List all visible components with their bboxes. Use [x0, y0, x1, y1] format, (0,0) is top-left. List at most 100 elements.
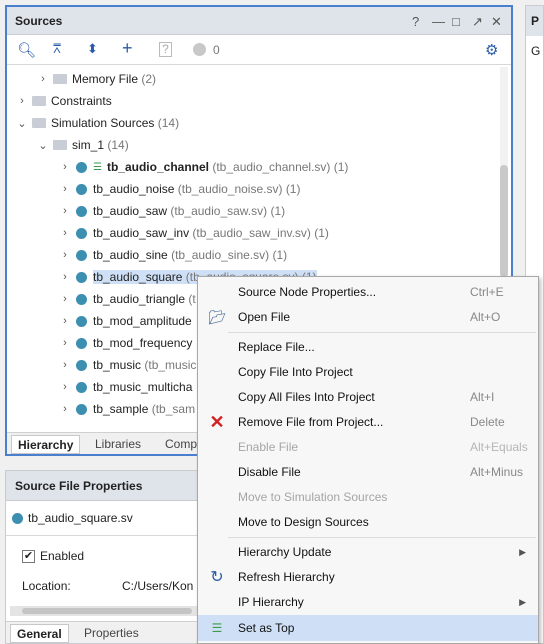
tab-libraries[interactable]: Libraries: [89, 435, 147, 454]
menu-item-move-to-simulation-sources[interactable]: Move to Simulation Sources: [198, 485, 538, 509]
tree-item-tb-audio-saw[interactable]: › tb_audio_saw (tb_audio_saw.sv) (1): [59, 200, 285, 222]
search-icon[interactable]: 🔍︎: [17, 41, 36, 59]
tree-scrollbar-thumb[interactable]: [500, 165, 508, 277]
menu-item-label: Replace File...: [238, 340, 315, 354]
tree-item-detail: (tb_sam: [151, 402, 196, 416]
tree-item-tb-audio-sine[interactable]: › tb_audio_sine (tb_audio_sine.sv) (1): [59, 244, 287, 266]
maximize-icon[interactable]: □: [452, 14, 460, 29]
file-dot-icon: [76, 227, 87, 239]
tree-item-count: (14): [107, 138, 129, 152]
tree-item-label: tb_audio_triangle: [93, 292, 186, 306]
menu-item-refresh-hierarchy[interactable]: ↻ Refresh Hierarchy: [198, 565, 538, 589]
menu-item-disable-file[interactable]: Disable File Alt+Minus: [198, 460, 538, 484]
menu-item-hierarchy-update[interactable]: Hierarchy Update ▶: [198, 540, 538, 564]
submenu-arrow-icon: ▶: [519, 596, 526, 607]
tree-item-detail: (tb_music: [144, 358, 197, 372]
menu-item-remove-file-from-project[interactable]: ✕ Remove File from Project... Delete: [198, 410, 538, 434]
sources-toolbar: 🔍︎ ⩞ ⬍ + ? 0 ⚙: [7, 35, 511, 65]
menu-item-label: Remove File from Project...: [238, 415, 384, 429]
file-dot-icon: [76, 161, 87, 173]
tree-item-label: tb_audio_channel: [106, 160, 209, 174]
menu-item-label: Set as Top: [238, 621, 295, 635]
expand-chevron-icon[interactable]: ›: [59, 271, 71, 283]
tree-item-label: Constraints: [51, 94, 112, 108]
menu-item-label: Move to Simulation Sources: [238, 490, 388, 504]
menu-item-enable-file[interactable]: Enable File Alt+Equals: [198, 435, 538, 459]
expand-chevron-icon[interactable]: ›: [59, 359, 71, 371]
expand-chevron-icon[interactable]: ›: [59, 315, 71, 327]
properties-header: Source File Properties: [6, 471, 204, 501]
menu-item-open-file[interactable]: 📂︎ Open File Alt+O: [198, 305, 538, 329]
expand-all-icon[interactable]: ⬍: [87, 41, 98, 57]
tree-item-tb-mod-amplitude[interactable]: › tb_mod_amplitude: [59, 310, 192, 332]
tree-item-memory-file[interactable]: › Memory File (2): [37, 68, 156, 90]
float-icon[interactable]: ↗: [472, 14, 483, 30]
collapse-chevron-icon[interactable]: ⌄: [37, 139, 49, 152]
tree-item-sim-1[interactable]: ⌄ sim_1 (14): [37, 134, 129, 156]
expand-chevron-icon[interactable]: ›: [59, 161, 71, 173]
menu-item-shortcut: Ctrl+E: [470, 285, 504, 299]
tree-item-label: sim_1: [72, 138, 105, 152]
menu-item-copy-file-into-project[interactable]: Copy File Into Project: [198, 360, 538, 384]
menu-item-replace-file[interactable]: Replace File...: [198, 335, 538, 359]
menu-item-shortcut: Alt+I: [470, 390, 495, 404]
tree-item-simulation-sources[interactable]: ⌄ Simulation Sources (14): [16, 112, 179, 134]
tab-general[interactable]: General: [10, 624, 69, 643]
enabled-label: Enabled: [40, 549, 85, 563]
expand-chevron-icon[interactable]: ›: [59, 337, 71, 349]
file-dot-icon: [76, 315, 87, 327]
tree-item-tb-audio-saw-inv[interactable]: › tb_audio_saw_inv (tb_audio_saw_inv.sv)…: [59, 222, 329, 244]
tree-item-count: (2): [141, 72, 157, 86]
expand-chevron-icon[interactable]: ›: [59, 249, 71, 261]
tree-item-tb-music-multichannel[interactable]: › tb_music_multicha: [59, 376, 192, 398]
tree-item-tb-music[interactable]: › tb_music (tb_music: [59, 354, 196, 376]
menu-item-copy-all-files-into-project[interactable]: Copy All Files Into Project Alt+I: [198, 385, 538, 409]
file-dot-icon: [76, 271, 87, 283]
tree-item-label: Simulation Sources: [51, 116, 155, 130]
menu-item-label: IP Hierarchy: [238, 595, 304, 609]
expand-chevron-icon[interactable]: ›: [16, 95, 28, 107]
folder-icon: [53, 74, 67, 84]
menu-item-shortcut: Alt+Equals: [470, 440, 528, 454]
tree-item-constraints[interactable]: › Constraints: [16, 90, 112, 112]
expand-chevron-icon[interactable]: ›: [59, 205, 71, 217]
properties-scrollbar[interactable]: [10, 606, 204, 616]
file-properties-icon[interactable]: ?: [159, 42, 172, 57]
expand-chevron-icon[interactable]: ›: [59, 403, 71, 415]
tab-hierarchy[interactable]: Hierarchy: [11, 435, 81, 454]
expand-chevron-icon[interactable]: ›: [59, 381, 71, 393]
tab-properties[interactable]: Properties: [78, 624, 145, 643]
top-module-icon: ☰: [93, 161, 102, 173]
file-dot-icon: [76, 293, 87, 305]
menu-item-source-node-properties[interactable]: Source Node Properties... Ctrl+E: [198, 280, 538, 304]
enabled-checkbox[interactable]: ✔: [22, 549, 35, 563]
tree-item-detail: (tb_audio_channel.sv) (1): [212, 160, 349, 174]
expand-chevron-icon[interactable]: ›: [59, 227, 71, 239]
menu-item-set-as-top[interactable]: ☰ Set as Top: [198, 615, 538, 641]
close-icon[interactable]: ✕: [491, 14, 502, 30]
help-icon[interactable]: ?: [412, 14, 419, 29]
minimize-icon[interactable]: —: [432, 14, 445, 29]
collapse-all-icon[interactable]: ⩞: [53, 41, 61, 57]
expand-chevron-icon[interactable]: ›: [59, 293, 71, 305]
tree-item-tb-mod-frequency[interactable]: › tb_mod_frequency: [59, 332, 192, 354]
add-sources-icon[interactable]: +: [122, 38, 133, 59]
menu-item-label: Disable File: [238, 465, 301, 479]
menu-item-label: Enable File: [238, 440, 299, 454]
collapse-chevron-icon[interactable]: ⌄: [16, 117, 28, 130]
menu-item-move-to-design-sources[interactable]: Move to Design Sources: [198, 510, 538, 534]
menu-item-ip-hierarchy[interactable]: IP Hierarchy ▶: [198, 590, 538, 614]
expand-chevron-icon[interactable]: ›: [37, 73, 49, 85]
menu-item-label: Open File: [238, 310, 291, 324]
settings-gear-icon[interactable]: ⚙: [485, 41, 498, 59]
expand-chevron-icon[interactable]: ›: [59, 183, 71, 195]
file-dot-icon: [76, 381, 87, 393]
menu-item-shortcut: Alt+Minus: [470, 465, 524, 479]
tree-item-tb-sample[interactable]: › tb_sample (tb_sam: [59, 398, 195, 420]
tree-item-tb-audio-triangle[interactable]: › tb_audio_triangle (t: [59, 288, 196, 310]
properties-scrollbar-thumb[interactable]: [22, 608, 192, 614]
tree-item-label: tb_audio_noise: [93, 182, 175, 196]
tree-item-detail: (t: [188, 292, 196, 306]
tree-item-tb-audio-channel[interactable]: › ☰ tb_audio_channel (tb_audio_channel.s…: [59, 156, 348, 178]
tree-item-tb-audio-noise[interactable]: › tb_audio_noise (tb_audio_noise.sv) (1): [59, 178, 300, 200]
